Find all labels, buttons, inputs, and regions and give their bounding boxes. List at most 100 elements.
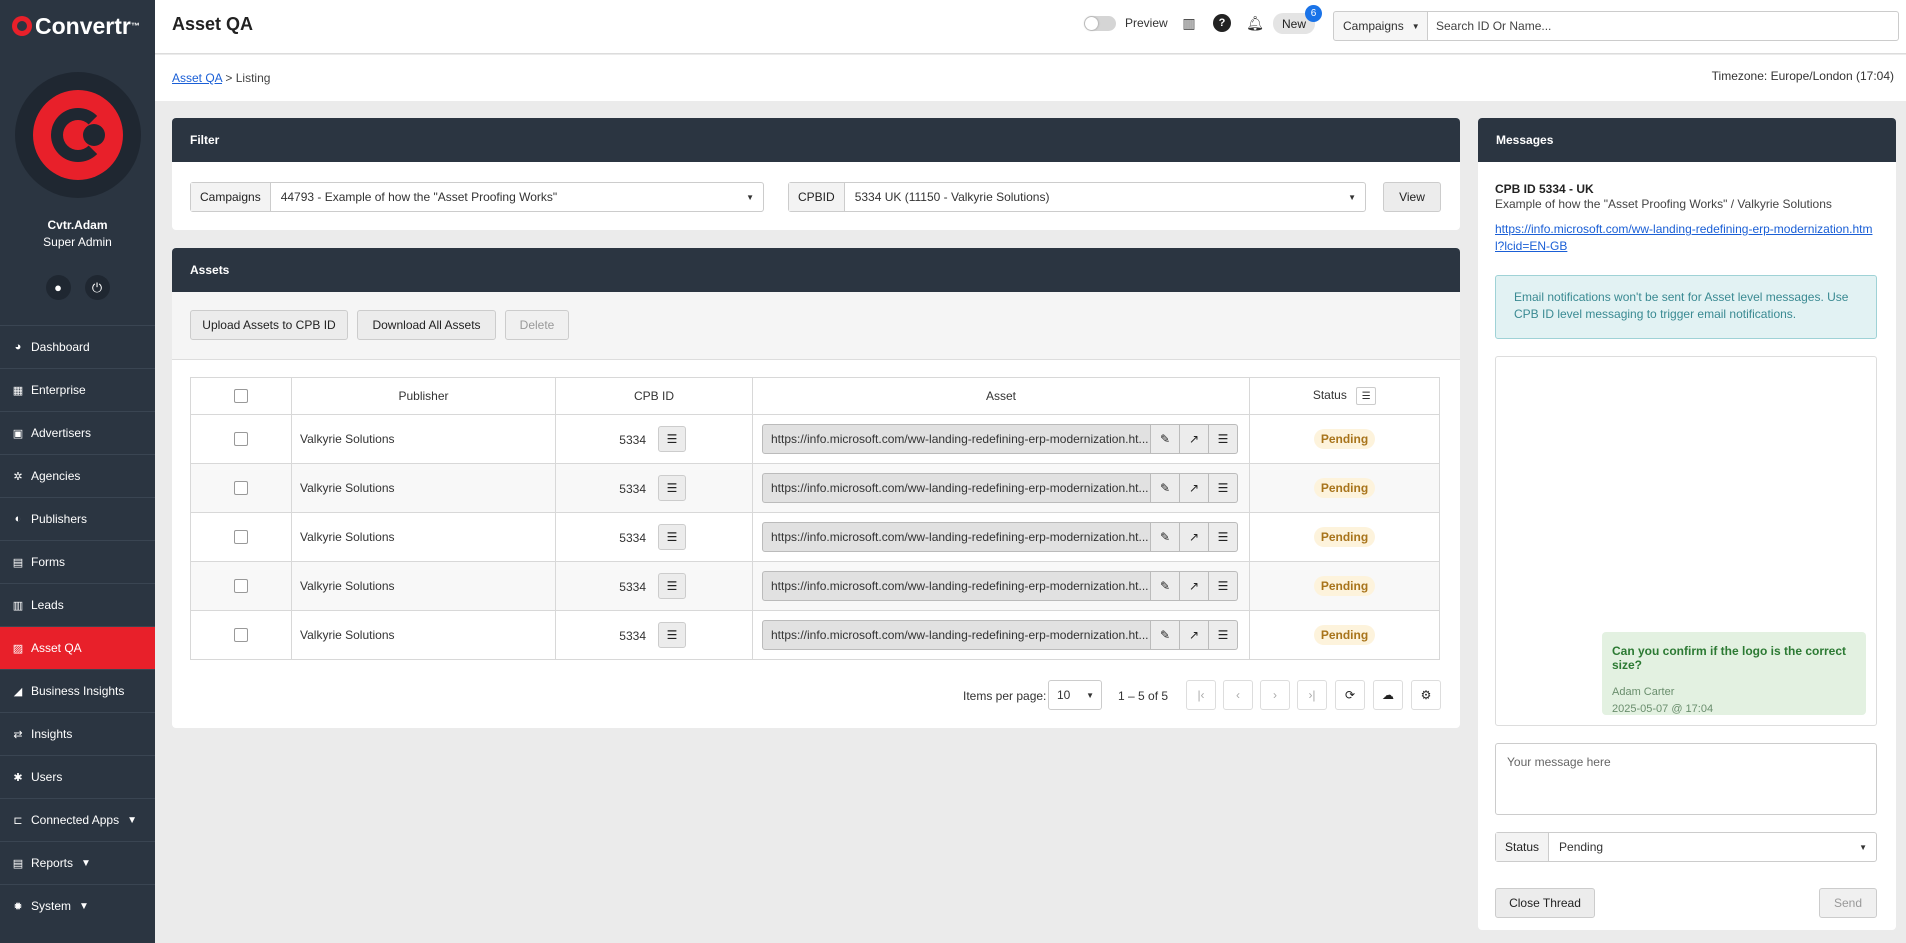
row-checkbox[interactable]: [234, 432, 248, 447]
message-status-select[interactable]: Status Pending ▼: [1495, 832, 1877, 862]
cpb-id-column-header[interactable]: CPB ID: [555, 377, 753, 415]
row-select-cell: [190, 561, 292, 611]
asset-messages-button[interactable]: ☰: [1209, 473, 1238, 503]
download-all-assets-button[interactable]: Download All Assets: [357, 310, 496, 340]
campaign-filter-select[interactable]: Campaigns 44793 - Example of how the "As…: [190, 182, 764, 212]
open-asset-button[interactable]: ↗: [1180, 620, 1209, 650]
cpbid-filter-select[interactable]: CPBID 5334 UK (11150 - Valkyrie Solution…: [788, 182, 1366, 212]
asset-url[interactable]: https://info.microsoft.com/ww-landing-re…: [762, 424, 1151, 454]
open-asset-button[interactable]: ↗: [1180, 571, 1209, 601]
sidebar-item-system[interactable]: ✹ System ▼: [0, 884, 155, 927]
cloud-upload-button[interactable]: ☁: [1373, 680, 1403, 710]
edit-asset-button[interactable]: ✎: [1151, 424, 1180, 454]
message-text: Can you confirm if the logo is the corre…: [1612, 644, 1847, 672]
asset-url[interactable]: https://info.microsoft.com/ww-landing-re…: [762, 522, 1151, 552]
breadcrumb-bar: Asset QA > Listing Timezone: Europe/Lond…: [155, 55, 1906, 101]
message-status-value-wrap: Pending ▼: [1549, 833, 1876, 861]
asset-column-header[interactable]: Asset: [752, 377, 1250, 415]
message-thread[interactable]: Can you confirm if the logo is the corre…: [1495, 356, 1877, 726]
edit-asset-button[interactable]: ✎: [1151, 620, 1180, 650]
filter-icon[interactable]: ☰: [1356, 387, 1377, 405]
sidebar-item-label: System: [31, 899, 72, 913]
edit-asset-button[interactable]: ✎: [1151, 571, 1180, 601]
select-all-checkbox[interactable]: [234, 389, 248, 404]
status-badge: Pending: [1313, 478, 1376, 498]
refresh-button[interactable]: ⟳: [1335, 680, 1365, 710]
cpb-details-button[interactable]: ☰: [658, 523, 686, 550]
view-button[interactable]: View: [1383, 182, 1441, 212]
first-page-button[interactable]: |‹: [1186, 680, 1216, 710]
cpbid-filter-value-wrap: 5334 UK (11150 - Valkyrie Solutions) ▼: [845, 183, 1365, 211]
message-timestamp: 2025-05-07 @ 17:04: [1612, 703, 1714, 715]
sidebar-item-insights[interactable]: ⇄ Insights: [0, 712, 155, 755]
asset-qa-icon: ▨: [12, 642, 24, 655]
sidebar-item-dashboard[interactable]: ◕ Dashboard: [0, 325, 155, 368]
logout-button[interactable]: ⏻: [84, 275, 110, 300]
brand-logo[interactable]: Convertr ™: [0, 0, 155, 52]
sidebar-item-agencies[interactable]: ✲ Agencies: [0, 454, 155, 497]
publisher-column-header[interactable]: Publisher: [291, 377, 556, 415]
cpb-details-button[interactable]: ☰: [658, 425, 686, 452]
edit-asset-button[interactable]: ✎: [1151, 522, 1180, 552]
connected-apps-icon: ⊏: [13, 814, 23, 827]
asset-link[interactable]: https://info.microsoft.com/ww-landing-re…: [1495, 221, 1880, 255]
pencil-icon: ✎: [1159, 432, 1171, 446]
open-asset-button[interactable]: ↗: [1180, 473, 1209, 503]
assets-panel-title: Assets: [172, 248, 1460, 292]
preview-toggle[interactable]: [1084, 16, 1116, 31]
message-input[interactable]: [1495, 743, 1877, 815]
calculator-icon[interactable]: ▥: [1180, 14, 1198, 32]
prev-page-button[interactable]: ‹: [1223, 680, 1253, 710]
row-select-cell: [190, 463, 292, 513]
asset-messages-button[interactable]: ☰: [1209, 424, 1238, 454]
sidebar-item-reports[interactable]: ▤ Reports ▼: [0, 841, 155, 884]
asset-url[interactable]: https://info.microsoft.com/ww-landing-re…: [762, 473, 1151, 503]
asset-messages-button[interactable]: ☰: [1209, 571, 1238, 601]
sidebar-item-publishers[interactable]: ◐ Publishers: [0, 497, 155, 540]
status-column-header: Status ☰: [1249, 377, 1440, 415]
row-checkbox[interactable]: [234, 530, 248, 545]
settings-button[interactable]: ⚙: [1411, 680, 1441, 710]
sidebar-item-forms[interactable]: ▤ Forms: [0, 540, 155, 583]
asset-messages-button[interactable]: ☰: [1209, 620, 1238, 650]
sidebar-item-label: Business Insights: [31, 684, 125, 698]
next-page-button[interactable]: ›: [1260, 680, 1290, 710]
cpb-details-button[interactable]: ☰: [658, 474, 686, 501]
edit-asset-button[interactable]: ✎: [1151, 473, 1180, 503]
profile-button[interactable]: ●: [45, 275, 71, 300]
publisher-cell: Valkyrie Solutions: [291, 561, 556, 611]
send-button[interactable]: Send: [1819, 888, 1877, 918]
search-input[interactable]: [1427, 11, 1899, 41]
last-page-button[interactable]: ›|: [1297, 680, 1327, 710]
sidebar-item-asset-qa[interactable]: ▨ Asset QA: [0, 626, 155, 669]
breadcrumb-root-link[interactable]: Asset QA: [172, 71, 222, 85]
items-per-page-select[interactable]: 10 ▼: [1048, 680, 1102, 710]
cpb-details-button[interactable]: ☰: [658, 572, 686, 599]
cpb-details-button[interactable]: ☰: [658, 621, 686, 648]
asset-url[interactable]: https://info.microsoft.com/ww-landing-re…: [762, 571, 1151, 601]
delete-button[interactable]: Delete: [505, 310, 569, 340]
open-asset-button[interactable]: ↗: [1180, 424, 1209, 454]
search-scope-select[interactable]: Campaigns ▼: [1333, 11, 1428, 41]
row-checkbox[interactable]: [234, 628, 248, 643]
asset-messages-button[interactable]: ☰: [1209, 522, 1238, 552]
email-notice-alert: Email notifications won't be sent for As…: [1495, 275, 1877, 339]
table-row: Valkyrie Solutions 5334 ☰ https://info.micr…: [190, 463, 1440, 513]
asset-url[interactable]: https://info.microsoft.com/ww-landing-re…: [762, 620, 1151, 650]
row-checkbox[interactable]: [234, 579, 248, 594]
first-page-icon: |‹: [1197, 688, 1205, 702]
sidebar-item-advertisers[interactable]: ▣ Advertisers: [0, 411, 155, 454]
sidebar-item-leads[interactable]: ▥ Leads: [0, 583, 155, 626]
sidebar-item-users[interactable]: ✱ Users: [0, 755, 155, 798]
row-checkbox[interactable]: [234, 481, 248, 496]
message-author: Adam Carter: [1612, 686, 1675, 698]
help-icon[interactable]: ?: [1213, 14, 1231, 32]
upload-assets-button[interactable]: Upload Assets to CPB ID: [190, 310, 348, 340]
sidebar-item-connected-apps[interactable]: ⊏ Connected Apps ▼: [0, 798, 155, 841]
close-thread-button[interactable]: Close Thread: [1495, 888, 1595, 918]
reports-icon: ▤: [12, 857, 24, 870]
sidebar-item-enterprise[interactable]: ▦ Enterprise: [0, 368, 155, 411]
bell-icon[interactable]: 🔔︎: [1246, 14, 1264, 32]
open-asset-button[interactable]: ↗: [1180, 522, 1209, 552]
sidebar-item-business-insights[interactable]: ◢ Business Insights: [0, 669, 155, 712]
